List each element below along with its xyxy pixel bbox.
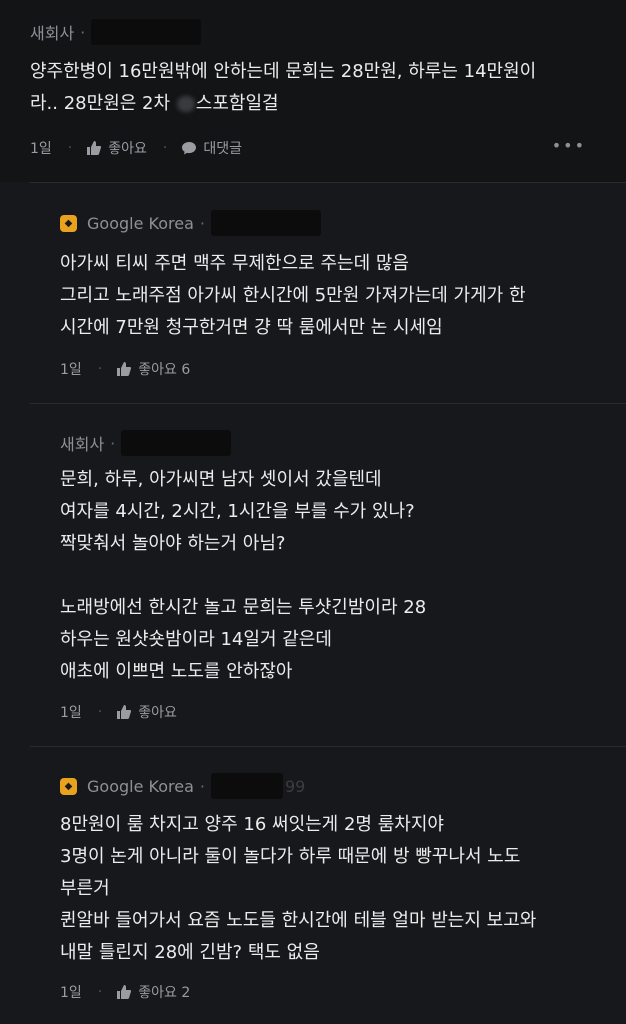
comment-time: 1일 (30, 141, 52, 157)
username-suffix: 99 (284, 776, 306, 796)
comment-time: 1일 (60, 705, 82, 721)
reply-label: 대댓글 (203, 141, 242, 157)
author-name: Google Korea (87, 213, 194, 233)
comment-body: 문희, 하루, 아가씨면 남자 셋이서 갔을텐데 여자를 4시간, 2시간, 1… (60, 469, 427, 682)
author-name: 새회사 (30, 24, 75, 43)
separator-dot: · (199, 776, 205, 796)
redacted-username (210, 773, 283, 799)
comment-author[interactable]: 새회사 · (60, 430, 232, 456)
reply-comment: ◆ Google Korea · 아가씨 티씨 주면 맥주 무제한으로 주는데 … (0, 182, 626, 403)
comment-author[interactable]: 새회사 · (30, 19, 202, 45)
comment-top: 새회사 · 양주한병이 16만원밖에 안하는데 문희는 28만원, 하루는 14… (0, 0, 626, 182)
separator-dot: · (110, 433, 116, 453)
company-badge-icon: ◆ (60, 214, 77, 232)
thumbs-up-icon (87, 141, 102, 155)
divider (30, 403, 626, 404)
speech-bubble-icon (182, 142, 197, 155)
comment-body: 양주한병이 16만원밖에 안하는데 문희는 28만원, 하루는 14만원이 라.… (30, 56, 610, 120)
thumbs-up-icon (117, 705, 132, 719)
separator-dot: · (199, 213, 205, 233)
comment-actions: 1일 · 좋아요 · 대댓글 (30, 138, 242, 158)
like-label: 좋아요 (138, 705, 177, 721)
like-label: 좋아요 (108, 141, 147, 157)
comment-text-part2: 스포함일걸 (195, 93, 279, 114)
comment-author[interactable]: ◆ Google Korea · (60, 210, 321, 236)
redacted-username (210, 210, 321, 236)
author-name: 새회사 (60, 435, 105, 454)
comment-actions: 1일 · 좋아요 (60, 702, 177, 722)
comment-time: 1일 (60, 985, 82, 1001)
comment-actions: 1일 · 좋아요 2 (60, 982, 191, 1002)
more-options-button[interactable]: ••• (552, 136, 586, 155)
comment-time: 1일 (60, 362, 82, 378)
like-button[interactable]: 좋아요 2 (116, 982, 190, 1002)
like-button[interactable]: 좋아요 6 (116, 359, 190, 379)
like-label: 좋아요 6 (138, 362, 191, 378)
company-badge-icon: ◆ (60, 777, 77, 795)
reply-comment: ◆ Google Korea · 99 8만원이 룸 차지고 양주 16 써잇는… (0, 746, 626, 1024)
author-name: Google Korea (87, 776, 194, 796)
thumbs-up-icon (117, 985, 132, 999)
reply-comment: 새회사 · 문희, 하루, 아가씨면 남자 셋이서 갔을텐데 여자를 4시간, … (0, 403, 626, 746)
comment-author[interactable]: ◆ Google Korea · 99 (60, 773, 306, 799)
thumbs-up-icon (117, 362, 132, 376)
divider (30, 182, 626, 183)
reply-button[interactable]: 대댓글 (181, 138, 242, 158)
like-button[interactable]: 좋아요 (86, 138, 147, 158)
divider (30, 746, 626, 747)
redacted-username (91, 19, 202, 45)
redacted-username (121, 430, 232, 456)
comment-body: 아가씨 티씨 주면 맥주 무제한으로 주는데 많음 그리고 노래주점 아가씨 한… (60, 253, 526, 338)
comment-actions: 1일 · 좋아요 6 (60, 359, 191, 379)
redacted-word (176, 96, 195, 112)
like-button[interactable]: 좋아요 (116, 702, 177, 722)
comment-body: 8만원이 룸 차지고 양주 16 써잇는게 2명 룸차지야 3명이 논게 아니라… (60, 814, 537, 963)
comment-text-part1: 양주한병이 16만원밖에 안하는데 문희는 28만원, 하루는 14만원이 라.… (30, 61, 537, 114)
separator-dot: · (80, 22, 86, 42)
like-label: 좋아요 2 (138, 985, 191, 1001)
